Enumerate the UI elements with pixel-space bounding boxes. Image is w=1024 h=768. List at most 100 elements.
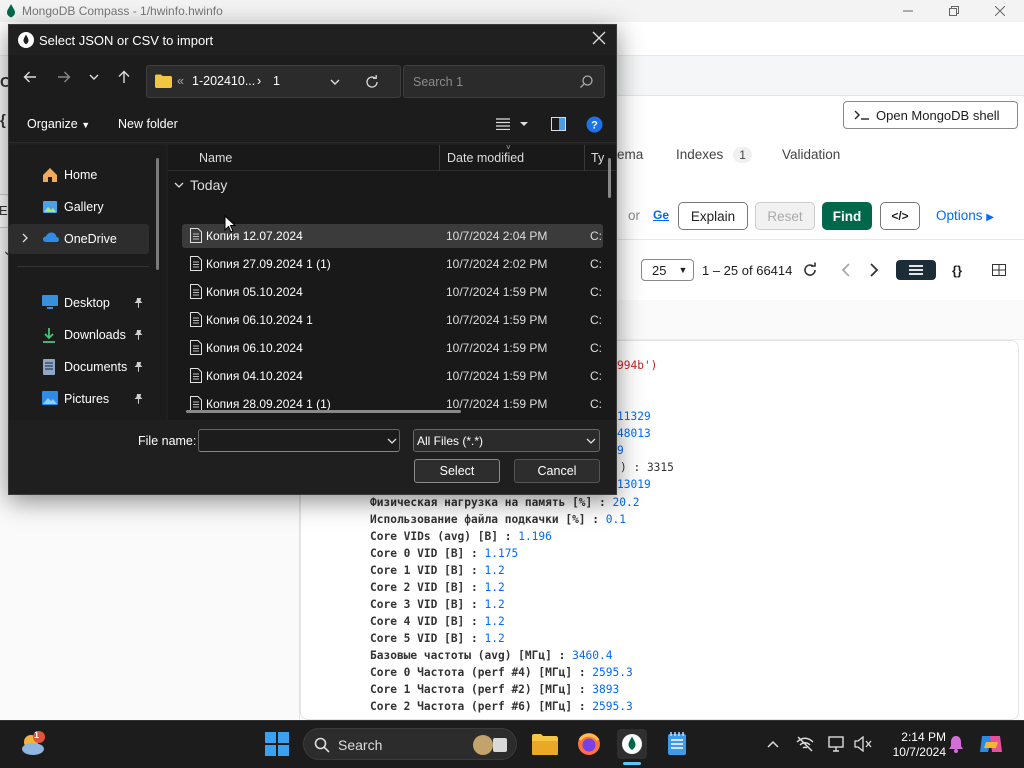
column-type[interactable]: Ty <box>591 151 604 165</box>
up-arrow-icon[interactable] <box>117 70 131 84</box>
new-folder-button[interactable]: New folder <box>118 117 178 131</box>
organize-menu[interactable]: Organize ▼ <box>27 117 90 131</box>
file-date-modified: 10/7/2024 2:02 PM <box>446 257 548 271</box>
document-field: Использование файла подкачки [%] : 0.1 <box>370 513 626 526</box>
tab-indexes[interactable]: Indexes 1 <box>676 147 752 163</box>
file-date-modified: 10/7/2024 1:59 PM <box>446 397 548 411</box>
minimize-button[interactable] <box>885 0 931 22</box>
nav-item-downloads[interactable]: Downloads <box>9 320 149 350</box>
copilot-icon[interactable] <box>976 729 1006 759</box>
open-shell-button[interactable]: Open MongoDB shell <box>843 101 1018 129</box>
network-off-icon[interactable] <box>790 729 820 759</box>
dialog-title: Select JSON or CSV to import <box>39 33 214 48</box>
caret-right-icon: ▶ <box>986 212 994 223</box>
generate-query-link[interactable]: Ge <box>653 208 669 222</box>
explain-button[interactable]: Explain <box>678 202 748 230</box>
expand-chevron-icon[interactable] <box>21 233 29 243</box>
json-view-button[interactable]: {} <box>942 260 972 280</box>
forward-arrow-icon[interactable] <box>57 70 71 84</box>
close-window-button[interactable] <box>977 0 1023 22</box>
file-icon <box>190 368 202 383</box>
start-windows-icon[interactable] <box>262 729 292 759</box>
taskbar-search-label: Search <box>338 737 383 753</box>
nav-item-desktop[interactable]: Desktop <box>9 288 149 318</box>
document-field-value: 1.2 <box>484 615 505 628</box>
file-row[interactable]: Копия 12.07.2024 10/7/2024 2:04 PM C: <box>182 224 603 248</box>
nav-item-gallery[interactable]: Gallery <box>9 192 149 222</box>
pin-icon <box>133 393 144 404</box>
breadcrumb-segment[interactable]: 1-202410... <box>192 74 255 88</box>
help-icon[interactable]: ? <box>586 116 603 133</box>
nav-divider <box>17 266 149 267</box>
document-field-key: Core 5 VID [В] <box>370 632 465 645</box>
chevron-down-icon[interactable] <box>387 437 397 445</box>
document-field: Core 0 VID [В] : 1.175 <box>370 547 518 560</box>
taskbar-search[interactable]: Search <box>303 728 517 760</box>
navigation-scrollbar[interactable] <box>156 158 159 270</box>
cancel-button[interactable]: Cancel <box>514 459 600 483</box>
document-field: Core 1 VID [В] : 1.2 <box>370 564 505 577</box>
table-view-button[interactable] <box>984 260 1014 280</box>
refresh-icon[interactable] <box>365 75 379 89</box>
system-clock[interactable]: 2:14 PM 10/7/2024 <box>880 730 946 760</box>
file-row[interactable]: Копия 06.10.2024 1 10/7/2024 1:59 PM C: <box>182 308 603 332</box>
firefox-icon[interactable] <box>574 729 604 759</box>
notification-bell-icon[interactable] <box>941 729 971 759</box>
export-code-button[interactable]: </> <box>880 202 920 230</box>
file-explorer-icon[interactable] <box>530 729 560 759</box>
preview-pane-icon[interactable] <box>551 117 566 131</box>
file-type: C: <box>590 369 602 383</box>
file-row[interactable]: Копия 27.09.2024 1 (1) 10/7/2024 2:02 PM C… <box>182 252 603 276</box>
file-list-horizontal-scrollbar[interactable] <box>186 410 461 413</box>
file-name-label: File name: <box>138 434 197 448</box>
mongodb-compass-taskbar-icon[interactable] <box>617 729 647 759</box>
nav-item-label: Downloads <box>64 328 126 342</box>
address-bar[interactable]: « 1-202410... › 1 <box>146 65 401 98</box>
address-dropdown-icon[interactable] <box>330 78 340 86</box>
view-options-icon[interactable] <box>496 118 530 130</box>
dialog-close-icon[interactable] <box>592 31 610 49</box>
nav-item-home[interactable]: Home <box>9 160 149 190</box>
page-size-select[interactable]: 25 ▼ <box>641 259 694 281</box>
breadcrumb-segment[interactable]: 1 <box>273 74 280 88</box>
next-page-icon[interactable] <box>868 262 880 278</box>
file-list-vertical-scrollbar[interactable] <box>608 158 611 198</box>
recent-locations-icon[interactable] <box>89 72 99 82</box>
group-header-today[interactable]: Today <box>174 177 227 193</box>
volume-muted-icon[interactable] <box>848 729 878 759</box>
select-button[interactable]: Select <box>414 459 500 483</box>
file-row[interactable]: Копия 04.10.2024 10/7/2024 1:59 PM C: <box>182 364 603 388</box>
restore-button[interactable] <box>931 0 977 22</box>
file-type: C: <box>590 341 602 355</box>
column-divider <box>584 145 585 171</box>
notepad-icon[interactable] <box>662 729 692 759</box>
prev-page-icon[interactable] <box>840 262 852 278</box>
tab-schema[interactable]: ema <box>617 147 643 162</box>
show-hidden-icons-chevron[interactable] <box>758 729 788 759</box>
nav-item-pictures[interactable]: Pictures <box>9 384 149 414</box>
folder-search-input[interactable]: Search 1 <box>403 65 605 98</box>
weather-widget-icon[interactable] <box>18 729 48 759</box>
gallery-icon <box>42 199 58 215</box>
file-icon <box>190 256 202 271</box>
options-toggle[interactable]: Options ▶ <box>936 208 994 223</box>
column-date-modified[interactable]: Date modified <box>447 151 524 165</box>
list-view-button[interactable] <box>896 260 936 280</box>
back-arrow-icon[interactable] <box>23 70 37 84</box>
sort-indicator-icon: ˅ <box>506 145 511 152</box>
file-type-select[interactable]: All Files (*.*) <box>413 429 600 452</box>
file-row[interactable]: Копия 06.10.2024 10/7/2024 1:59 PM C: <box>182 336 603 360</box>
reset-button[interactable]: Reset <box>755 202 815 230</box>
nav-item-onedrive[interactable]: OneDrive <box>9 224 149 254</box>
find-button[interactable]: Find <box>822 202 872 230</box>
document-field-value: 1.175 <box>484 547 519 560</box>
file-row[interactable]: Копия 05.10.2024 10/7/2024 1:59 PM C: <box>182 280 603 304</box>
file-type: C: <box>590 257 602 271</box>
refresh-icon[interactable] <box>802 262 818 278</box>
pin-icon <box>133 297 144 308</box>
document-field: Core 2 VID [В] : 1.2 <box>370 581 505 594</box>
tab-validation[interactable]: Validation <box>782 147 840 162</box>
column-name[interactable]: Name <box>199 151 232 165</box>
nav-item-documents[interactable]: Documents <box>9 352 149 382</box>
file-name-input[interactable] <box>198 429 400 452</box>
